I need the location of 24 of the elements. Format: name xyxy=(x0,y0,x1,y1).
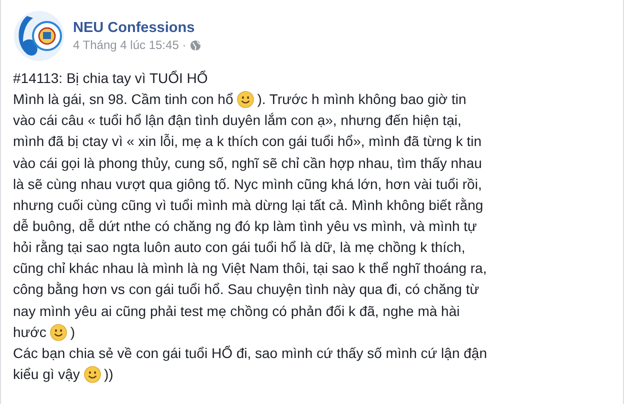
smiley-icon xyxy=(50,324,68,341)
post-text: vào cái câu « tuổi hổ lận đận tình duyên lắm con ạ», nhưng đến hiện tại, xyxy=(13,111,462,130)
post-text: #14113: Bị chia tay vì TUỔI HỔ xyxy=(13,69,208,88)
post-text: ) xyxy=(70,322,76,342)
post-text: là sẽ cùng nhau vượt qua giông tố. Nyc mình cũng khá lớn, hơn vài tuổi rồi, xyxy=(13,174,482,194)
post-text: vào cái gọi là phong thủy, cung số, nghĩ sẽ chỉ cần hợp nhau, tìm thấy nhau xyxy=(13,154,482,173)
post-text: nhưng cuối cùng cũng vì tuổi mình mà dừng lại tất cả. Mình không biết rằng xyxy=(13,196,484,215)
post-text: mình đã bị ctay vì « xin lỗi, mẹ a k thích con gái tuổi hổ», mình đã từng k tin xyxy=(13,132,482,152)
post-text: ). Trước h mình không bao giờ tin xyxy=(257,90,466,110)
post-text: hỏi rằng tại sao ngta luôn auto con gái tuổi hổ là dữ, là mẹ chồng k thích, xyxy=(13,238,466,258)
post-text: )) xyxy=(104,364,114,384)
post-text: hước xyxy=(13,322,46,342)
smiley-icon xyxy=(84,366,101,384)
globe-icon xyxy=(190,40,202,50)
logo-icon[interactable] xyxy=(13,10,65,62)
post-text: Mình là gái, sn 98. Cầm tinh con hổ xyxy=(13,90,234,110)
page-name[interactable]: NEU Confessions xyxy=(73,19,202,37)
post-text: kiểu gì vậy xyxy=(13,364,80,384)
post-text: cũng chỉ khác nhau là mình là ng Việt Nam thôi, tại sao k thể nghĩ thoáng ra, xyxy=(13,259,487,278)
smiley-icon xyxy=(237,91,254,108)
post-text: Các bạn chia sẻ về con gái tuổi HỔ đi, sao mình cứ thấy số mình cứ lận đận xyxy=(13,344,487,363)
post-text: công bằng hơn vs con gái tuổi hổ. Sau chuyện tình này qua đi, có chăng từ xyxy=(13,280,480,300)
post-text: dễ buông, dễ dứt nthe có chăng ng đó kp làm tình yêu vs mình, và mình tự xyxy=(13,216,477,236)
post-text: nay mình yêu ai cũng phải test mẹ chồng có phản đối k đã, nghe mà hài xyxy=(13,302,460,321)
